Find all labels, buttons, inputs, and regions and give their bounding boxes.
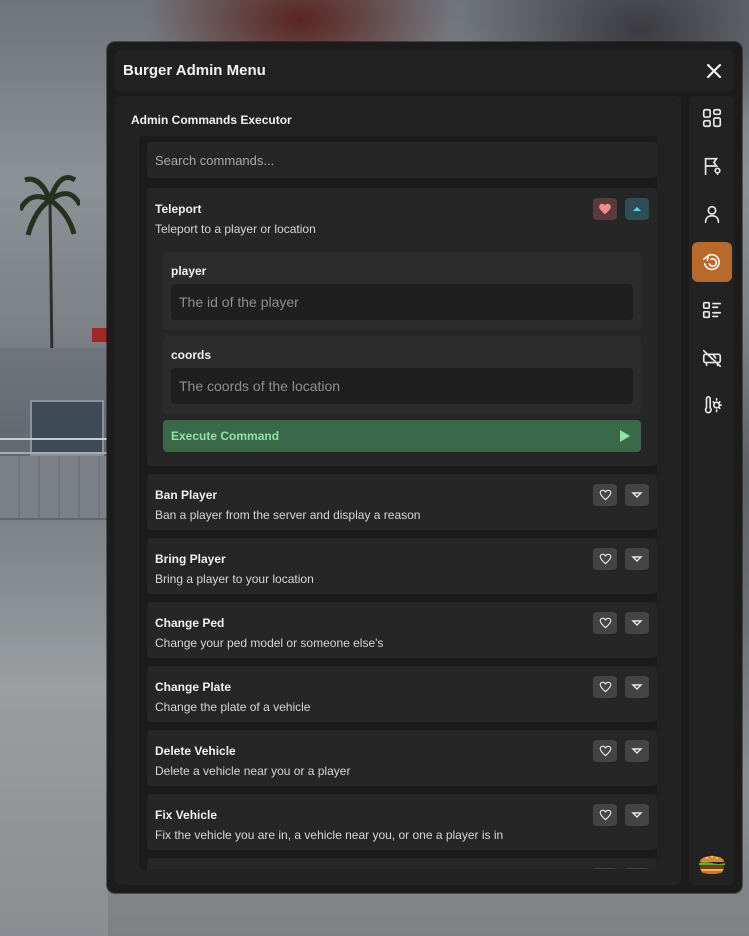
expand-button[interactable]	[625, 676, 649, 698]
command-name: Fix Vehicle	[155, 808, 218, 822]
coords-input[interactable]	[171, 368, 633, 404]
param-player: player	[163, 252, 641, 330]
heart-outline-icon	[599, 617, 611, 629]
command-name: Ban Player	[155, 488, 218, 502]
user-icon	[704, 205, 720, 224]
command-name: Change Ped	[155, 616, 225, 630]
background-railing	[0, 438, 108, 454]
sidebar-item-commands[interactable]	[692, 242, 732, 282]
param-label: player	[171, 264, 207, 278]
expand-button[interactable]	[625, 740, 649, 762]
command-name: Teleport	[155, 202, 202, 216]
heart-outline-icon	[599, 681, 611, 693]
execute-command-button[interactable]: Execute Command	[163, 420, 641, 452]
sidebar-item-locations[interactable]	[692, 146, 732, 186]
command-name: Bring Player	[155, 552, 226, 566]
command-card[interactable]: Fix Vehicle Fix the vehicle you are in, …	[147, 794, 657, 850]
favorite-button[interactable]	[593, 804, 617, 826]
close-icon	[706, 63, 722, 79]
expand-button[interactable]	[625, 548, 649, 570]
chevron-down-icon	[631, 684, 643, 690]
expand-button[interactable]	[625, 484, 649, 506]
commands-icon	[702, 253, 720, 271]
player-id-input[interactable]	[171, 284, 633, 320]
expand-button[interactable]	[625, 804, 649, 826]
sidebar-item-dashboard[interactable]	[692, 98, 732, 138]
command-card-teleport: Teleport Teleport to a player or locatio…	[147, 188, 657, 466]
command-card[interactable]: Delete Vehicle Delete a vehicle near you…	[147, 730, 657, 786]
favorite-button[interactable]	[593, 198, 617, 220]
heart-outline-icon	[599, 553, 611, 565]
background-wall	[0, 456, 108, 518]
heart-outline-icon	[599, 809, 611, 821]
param-label: coords	[171, 348, 212, 362]
command-description: Change your ped model or someone else's	[155, 636, 384, 650]
favorite-button[interactable]	[593, 740, 617, 762]
search-input[interactable]	[147, 142, 657, 178]
burger-logo	[698, 851, 726, 877]
sidebar-item-weather[interactable]	[692, 386, 732, 426]
command-card[interactable]: Bring Player Bring a player to your loca…	[147, 538, 657, 594]
favorite-button[interactable]	[593, 612, 617, 634]
dashboard-icon	[702, 108, 722, 128]
background-roof	[92, 328, 108, 342]
favorite-button[interactable]	[593, 548, 617, 570]
execute-label: Execute Command	[171, 429, 280, 443]
command-name: Change Plate	[155, 680, 232, 694]
command-description: Ban a player from the server and display…	[155, 508, 421, 522]
command-description: Teleport to a player or location	[155, 222, 316, 236]
background-palm-tree	[17, 170, 83, 361]
chevron-down-icon	[631, 492, 643, 498]
chevron-down-icon	[631, 812, 643, 818]
burger-icon	[699, 855, 725, 874]
admin-menu-window: Burger Admin Menu Admin Commands Executo…	[107, 42, 742, 893]
command-description: Bring a player to your location	[155, 572, 314, 586]
heart-outline-icon	[599, 489, 611, 501]
sidebar-nav	[689, 96, 734, 885]
expand-button[interactable]	[625, 612, 649, 634]
command-card[interactable]: Change Plate Change the plate of a vehic…	[147, 666, 657, 722]
command-name: Delete Vehicle	[155, 744, 236, 758]
title-bar: Burger Admin Menu	[115, 50, 734, 92]
chevron-down-icon	[631, 620, 643, 626]
favorite-button[interactable]	[593, 868, 617, 869]
window-title: Burger Admin Menu	[123, 62, 266, 79]
play-icon	[620, 430, 630, 442]
favorite-button[interactable]	[593, 484, 617, 506]
heart-outline-icon	[599, 745, 611, 757]
section-title: Admin Commands Executor	[131, 113, 292, 127]
sidebar-item-vehicles[interactable]	[692, 338, 732, 378]
param-coords: coords	[163, 336, 641, 414]
command-description: Delete a vehicle near you or a player	[155, 764, 351, 778]
weather-icon	[704, 396, 722, 414]
commands-panel: Admin Commands Executor Teleport Telepor…	[115, 96, 681, 885]
command-card[interactable]: Change Ped Change your ped model or some…	[147, 602, 657, 658]
command-card[interactable]	[147, 858, 657, 869]
list-icon	[702, 301, 722, 319]
flag-location-icon	[704, 157, 721, 176]
chevron-down-icon	[631, 556, 643, 562]
command-card[interactable]: Ban Player Ban a player from the server …	[147, 474, 657, 530]
commands-list[interactable]: Teleport Teleport to a player or locatio…	[139, 136, 657, 869]
chevron-up-icon	[633, 207, 641, 211]
sidebar-item-players[interactable]	[692, 194, 732, 234]
vehicle-off-icon	[702, 349, 722, 368]
collapse-button[interactable]	[625, 198, 649, 220]
chevron-down-icon	[631, 748, 643, 754]
expand-button[interactable]	[625, 868, 649, 869]
command-description: Fix the vehicle you are in, a vehicle ne…	[155, 828, 504, 842]
background-ground	[0, 520, 108, 936]
command-description: Change the plate of a vehicle	[155, 700, 311, 714]
heart-filled-icon	[599, 203, 611, 215]
sidebar-item-list[interactable]	[692, 290, 732, 330]
close-button[interactable]	[702, 59, 726, 83]
favorite-button[interactable]	[593, 676, 617, 698]
